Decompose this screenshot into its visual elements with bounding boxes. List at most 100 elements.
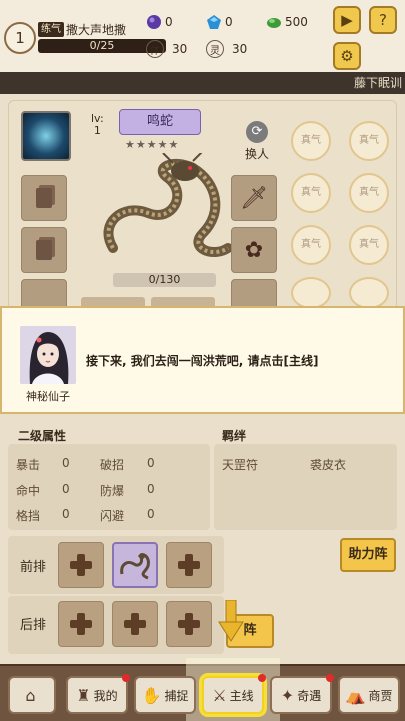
jade-count: 500 — [285, 15, 308, 29]
plus-icon — [70, 554, 92, 576]
realm-tag: 练气 — [38, 22, 64, 37]
dialog-text: 接下来, 我们去闯一闯洪荒吧, 请点击[主线] — [86, 354, 319, 368]
assist-formation-button[interactable]: 助力阵 — [340, 538, 396, 572]
nav-main-quest-label: 主线 — [229, 688, 254, 703]
secondary-attributes-title: 二级属性 — [18, 429, 67, 443]
attr-label: 命中 — [16, 484, 41, 498]
card-slot-1[interactable] — [21, 175, 67, 221]
bond-item[interactable]: 裘皮衣 — [310, 456, 346, 473]
help-button[interactable]: ? — [369, 6, 397, 34]
qi-slot[interactable]: 真气 — [349, 225, 389, 265]
shop-icon: ⛺ — [345, 685, 366, 705]
jade-resource: 500 — [266, 14, 308, 30]
back-slot-3[interactable] — [166, 601, 212, 647]
swap-icon: ⟳ — [246, 121, 268, 143]
plus-icon — [70, 613, 92, 635]
front-slot-2[interactable] — [112, 542, 158, 588]
back-row-panel: 后排 — [8, 596, 224, 654]
notification-dot — [122, 674, 130, 682]
play-button[interactable]: ▶ — [333, 6, 361, 34]
nav-capture[interactable]: ✋ 捕捉 — [134, 676, 196, 714]
stat-b: 灵 30 — [206, 40, 247, 58]
guide-arrow-icon — [218, 600, 244, 642]
nav-encounter[interactable]: ✦ 奇遇 — [270, 674, 334, 714]
qi-slot[interactable]: 真气 — [349, 121, 389, 161]
top-bar: 1 练气 撒大声地撒 0/25 0 0 500 体 30 灵 30 ▶ ? ⚙ — [0, 0, 405, 72]
attr-label: 防爆 — [100, 484, 125, 498]
nav-mine-label: 我的 — [93, 688, 118, 703]
equip-slot-weapon[interactable]: 🗡 — [231, 175, 277, 221]
nav-shop-label: 商贾 — [368, 688, 393, 703]
character-panel: lv: 1 鸣蛇 ★★★★★ 0/130 ⟳ 换人 🗡 ✿ 真气 真气 真气 真… — [8, 100, 397, 311]
nav-capture-label: 捕捉 — [164, 688, 189, 703]
play-icon: ▶ — [341, 11, 353, 29]
encounter-icon: ✦ — [280, 685, 295, 705]
bonds-title: 羁绊 — [222, 429, 247, 443]
purple-gem-resource: 0 — [146, 14, 173, 30]
notification-dot — [258, 674, 266, 682]
plus-icon — [178, 554, 200, 576]
settings-button[interactable]: ⚙ — [333, 42, 361, 70]
player-name: 撒大声地撒 — [66, 23, 127, 37]
character-portrait-card[interactable] — [21, 111, 71, 161]
nav-home[interactable]: ⌂ — [8, 676, 56, 714]
back-row-label: 后排 — [20, 618, 47, 633]
nav-mine[interactable]: ♜ 我的 — [66, 674, 130, 714]
blue-gem-resource: 0 — [206, 14, 233, 30]
hp-bar: 0/130 — [113, 273, 216, 287]
qi-slot[interactable]: 真气 — [291, 121, 331, 161]
character-name: 鸣蛇 — [119, 109, 201, 135]
bag-icon: ♜ — [76, 685, 91, 705]
plus-icon — [124, 613, 146, 635]
qi-slot[interactable] — [291, 277, 331, 309]
equip-slot-armor[interactable]: ✿ — [231, 227, 277, 273]
blue-gem-count: 0 — [225, 15, 233, 29]
front-slot-3[interactable] — [166, 542, 212, 588]
stat-b-seal-icon: 灵 — [206, 40, 224, 58]
gear-icon: ⚙ — [340, 47, 354, 65]
stat-a-seal-icon: 体 — [146, 40, 164, 58]
nav-shop[interactable]: ⛺ 商贾 — [338, 676, 400, 714]
attr-label: 暴击 — [16, 458, 41, 472]
card-icon — [36, 240, 52, 260]
stat-b-value: 30 — [232, 42, 248, 56]
qi-slot[interactable]: 真气 — [349, 173, 389, 213]
blue-gem-icon — [207, 15, 221, 29]
bond-item[interactable]: 天罡符 — [222, 456, 258, 473]
sword-icon: 🗡 — [240, 185, 268, 211]
player-level-badge[interactable]: 1 — [4, 22, 36, 54]
attr-value: 0 — [147, 456, 155, 470]
attr-label: 格挡 — [16, 509, 41, 523]
announcement-ticker: 藤下眠训 — [0, 72, 405, 94]
card-slot-2[interactable] — [21, 227, 67, 273]
dragon-avatar-icon — [120, 553, 150, 580]
qi-slot[interactable] — [349, 277, 389, 309]
attr-value: 0 — [62, 507, 70, 521]
front-row-panel: 前排 — [8, 536, 224, 594]
qi-slot[interactable]: 真气 — [291, 225, 331, 265]
notification-dot — [326, 674, 334, 682]
star-rating: ★★★★★ — [125, 138, 180, 151]
purple-gem-icon — [147, 15, 161, 29]
attr-value: 0 — [62, 482, 70, 496]
tutorial-dialog[interactable]: 神秘仙子 接下来, 我们去闯一闯洪荒吧, 请点击[主线] — [0, 306, 405, 414]
attr-value: 0 — [147, 482, 155, 496]
card-icon — [36, 188, 52, 208]
swap-character-button[interactable]: ⟳ 换人 — [239, 121, 275, 162]
qi-slot[interactable]: 真气 — [291, 173, 331, 213]
home-icon: ⌂ — [25, 685, 36, 705]
attr-value: 0 — [147, 507, 155, 521]
front-slot-1[interactable] — [58, 542, 104, 588]
bonds-panel: 天罡符 裘皮衣 — [214, 444, 397, 530]
stat-a: 体 30 — [146, 40, 187, 58]
nav-main-quest[interactable]: ⚔ 主线 — [202, 674, 266, 714]
back-slot-1[interactable] — [58, 601, 104, 647]
back-slot-2[interactable] — [112, 601, 158, 647]
attr-label: 破招 — [100, 458, 125, 472]
flower-icon: ✿ — [244, 237, 264, 263]
capture-icon: ✋ — [141, 685, 162, 705]
help-icon: ? — [379, 11, 387, 29]
attr-label: 闪避 — [100, 509, 125, 523]
purple-gem-count: 0 — [165, 15, 173, 29]
secondary-attributes-panel: 暴击 0 破招 0 命中 0 防爆 0 格挡 0 闪避 0 — [8, 444, 210, 530]
